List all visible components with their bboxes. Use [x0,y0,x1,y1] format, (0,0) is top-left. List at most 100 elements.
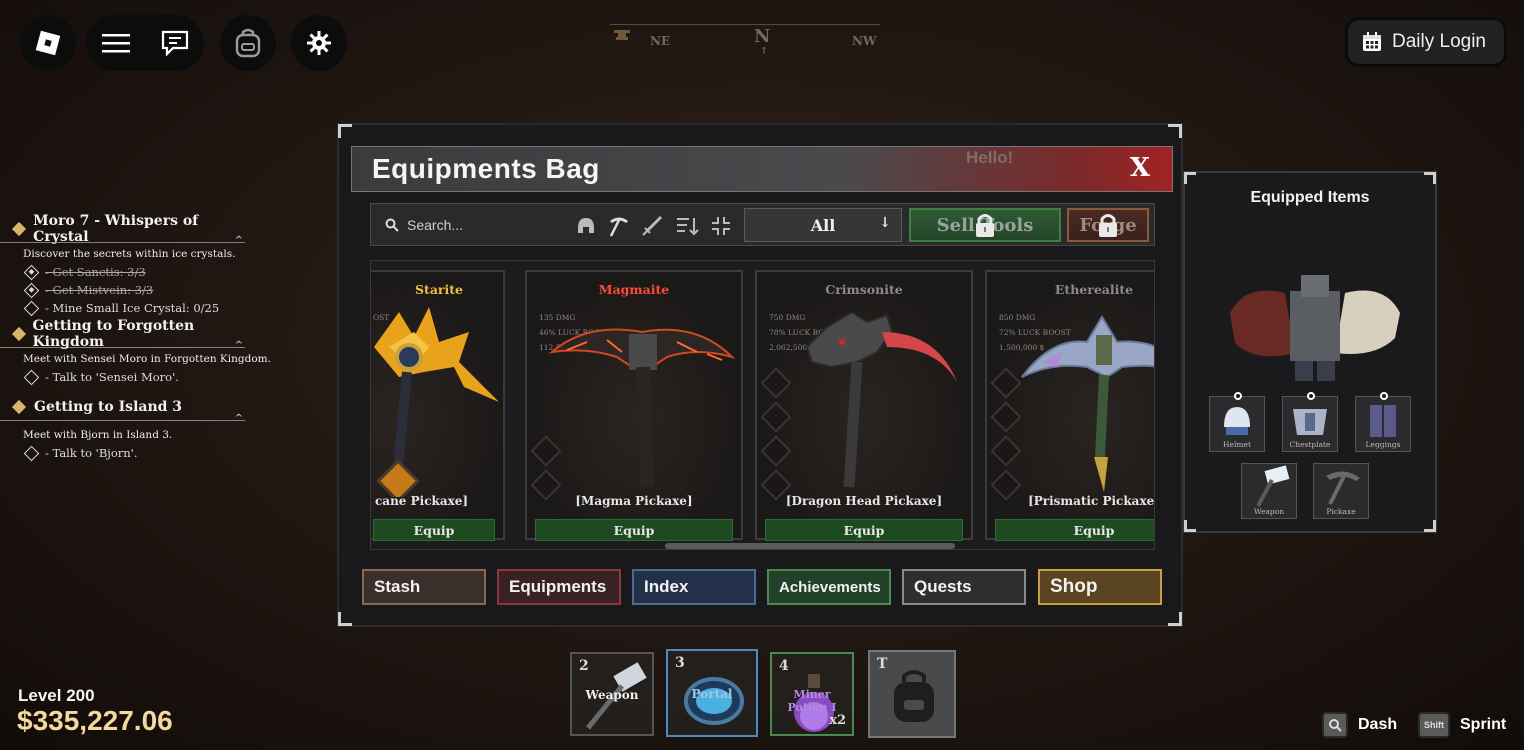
frame-corner [1424,172,1436,184]
forge-button[interactable]: Forge [1067,208,1149,242]
equip-button[interactable]: Equip [373,519,495,541]
gear-icon [307,31,331,55]
character-preview [1230,275,1400,381]
quest-description: Meet with Bjorn in Island 3. [23,429,173,441]
chestplate-slot[interactable]: Chestplate [1282,392,1338,452]
dash-label: Dash [1358,716,1398,733]
collapse-arrows-icon[interactable] [709,214,733,238]
equip-button[interactable]: Equip [995,519,1154,541]
bag-toolbar: Search... All ↓ Sell Tools Forge [370,203,1155,246]
quest-entry[interactable]: Getting to Forgotten Kingdom ^ Meet with … [0,318,290,386]
lock-icon [976,214,994,237]
item-ore-name: Etherealite [1054,282,1134,297]
chat-icon[interactable] [161,30,189,56]
hotbar-slot-portal[interactable]: 3 Portal [666,649,758,737]
quest-entry[interactable]: Moro 7 - Whispers of Crystal ^ Discover t… [0,213,290,317]
weapon-slot[interactable]: Weapon [1241,463,1297,519]
sell-tools-button[interactable]: Sell Tools [909,208,1061,242]
quest-entry[interactable]: Getting to Island 3 ^ Meet with Bjorn in … [0,393,290,462]
frame-corner [1168,124,1182,138]
compass-ne: NE [650,34,671,48]
chestplate-icon [1293,409,1327,435]
task-complete-icon [23,264,40,280]
item-card[interactable]: Magmaite 135 DMG46% LUCK BOOST112,500 $ … [525,270,743,541]
item-name: [Prismatic Pickaxe] [1028,494,1155,508]
task-pending-icon [23,445,40,461]
compass: NE N ↑ NW [610,22,880,58]
task-pending-icon [23,300,40,316]
slot-indicator-icon [1307,392,1315,400]
arrow-down-icon: ↓ [879,215,891,231]
hammer-icon [1256,465,1290,507]
backpack-icon [235,28,261,58]
collapse-caret-icon[interactable]: ^ [235,235,243,246]
player-money: $335,227.06 [17,705,173,736]
item-card[interactable]: Starite OST cane Pickaxe] Equip [371,270,505,541]
menu-chat-group [86,15,204,71]
equipped-items-title: Equipped Items [1250,189,1370,206]
tab-achievements[interactable]: Achievements [767,569,891,605]
quest-description: Discover the secrets within ice crystals… [23,248,236,260]
hotbar-label: Miner Potion I [787,688,837,714]
quest-star-icon [12,400,26,414]
leggings-slot[interactable]: Leggings [1355,392,1411,452]
tab-quests[interactable]: Quests [902,569,1026,605]
item-card[interactable]: Etherealite 850 DMG 72% LUCK BOOST 1,500,0… [985,270,1155,541]
starite-pickaxe-image [374,307,499,497]
sword-filter-icon[interactable] [641,214,665,238]
equipped-items-panel: Equipped Items Helmet Chestplate Legging… [1183,171,1437,533]
task-complete-icon [23,282,40,298]
search-input[interactable]: Search... [379,210,569,240]
quest-star-icon [12,327,25,341]
items-scrollbar[interactable] [665,543,955,549]
backpack-button[interactable] [220,15,276,71]
hamburger-icon[interactable] [101,32,130,54]
quest-description: Meet with Sensei Moro in Forgotten Kingd… [23,353,271,365]
slot-indicator-icon [1234,392,1242,400]
hotbar-slot-backpack[interactable]: T [868,650,956,738]
roblox-logo-icon [35,30,61,56]
item-name: [Dragon Head Pickaxe] [785,494,943,508]
close-button[interactable]: X [1130,153,1150,183]
equip-button[interactable]: Equip [535,519,733,541]
dragon-head-pickaxe-image [805,310,957,488]
item-ore-name: Starite [415,282,463,297]
lock-icon [1099,214,1117,237]
helmet-filter-icon[interactable] [574,214,598,238]
collapse-caret-icon[interactable]: ^ [235,413,243,424]
pickaxe-slot[interactable]: Pickaxe [1313,463,1369,519]
npc-hello-bubble: Hello! [966,148,1014,167]
item-card[interactable]: Crimsonite 750 DMG 78% LUCK BOOST 2,062,50… [755,270,973,541]
item-count: x2 [829,713,846,728]
key-shift: Shift [1418,712,1450,738]
hotbar-slot-potion[interactable]: 4 Miner Potion I x2 [770,652,854,736]
settings-button[interactable] [291,15,347,71]
calendar-icon [1363,32,1381,51]
helmet-icon [1224,407,1250,435]
quest-task: - Get Sanctis: 3/3 [0,263,290,281]
dash-hint: Dash [1322,712,1397,738]
task-pending-icon [23,369,40,385]
bag-titlebar: Equipments Bag X [351,146,1173,192]
daily-login-button[interactable]: Daily Login [1345,17,1507,67]
tab-index[interactable]: Index [632,569,756,605]
helmet-slot[interactable]: Helmet [1209,392,1265,452]
tab-equipments[interactable]: Equipments [497,569,621,605]
bag-title: Equipments Bag [372,153,600,184]
tab-stash[interactable]: Stash [362,569,486,605]
hotbar-slot-weapon[interactable]: 2 Weapon [570,652,654,736]
quest-star-icon [12,222,25,236]
item-name: cane Pickaxe] [375,494,469,508]
sprint-hint: Shift Sprint [1418,712,1506,738]
items-grid[interactable]: Starite OST cane Pickaxe] Equip Magmaite… [370,260,1155,550]
tab-shop[interactable]: Shop [1038,569,1162,605]
pickaxe-filter-icon[interactable] [607,214,631,238]
hotbar-label: Portal [691,687,733,701]
collapse-caret-icon[interactable]: ^ [235,340,243,351]
category-dropdown[interactable]: All ↓ [744,208,902,242]
equip-button[interactable]: Equip [765,519,963,541]
roblox-menu-button[interactable] [20,15,76,71]
compass-n: N [754,26,771,47]
item-name: [Magma Pickaxe] [575,494,693,508]
sort-icon[interactable] [675,214,699,238]
